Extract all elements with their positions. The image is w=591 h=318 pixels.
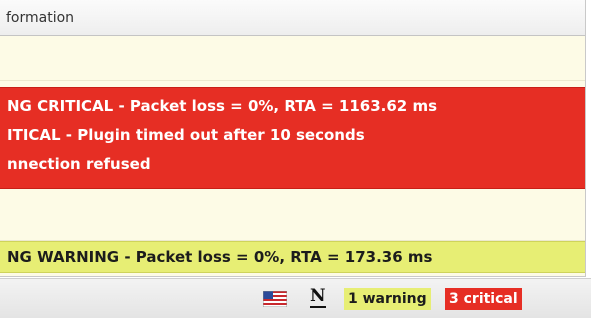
status-information-text: NG CRITICAL - Packet loss = 0%, RTA = 11… <box>7 97 437 115</box>
status-information-text: NG WARNING - Packet loss = 0%, RTA = 173… <box>7 248 433 266</box>
status-information-text: ITICAL - Plugin timed out after 10 secon… <box>7 126 365 144</box>
table-row[interactable] <box>0 189 585 241</box>
table-row[interactable] <box>0 36 585 81</box>
status-information-text: nnection refused <box>7 155 151 173</box>
column-header-label: formation <box>6 10 75 26</box>
app-window: formation NG CRITICAL - Packet loss = 0%… <box>0 0 591 318</box>
critical-count-badge[interactable]: 3 critical <box>445 288 522 310</box>
n-icon[interactable]: N <box>310 288 326 308</box>
status-bar: N 1 warning 3 critical <box>0 278 591 318</box>
column-header-information[interactable]: formation <box>0 0 585 36</box>
table-row[interactable]: NG WARNING - Packet loss = 0%, RTA = 173… <box>0 241 585 273</box>
warning-count-badge[interactable]: 1 warning <box>344 288 431 310</box>
table-row[interactable]: NG CRITICAL - Packet loss = 0%, RTA = 11… <box>0 87 585 189</box>
service-status-table: formation NG CRITICAL - Packet loss = 0%… <box>0 0 586 277</box>
us-flag-icon[interactable] <box>263 291 287 307</box>
